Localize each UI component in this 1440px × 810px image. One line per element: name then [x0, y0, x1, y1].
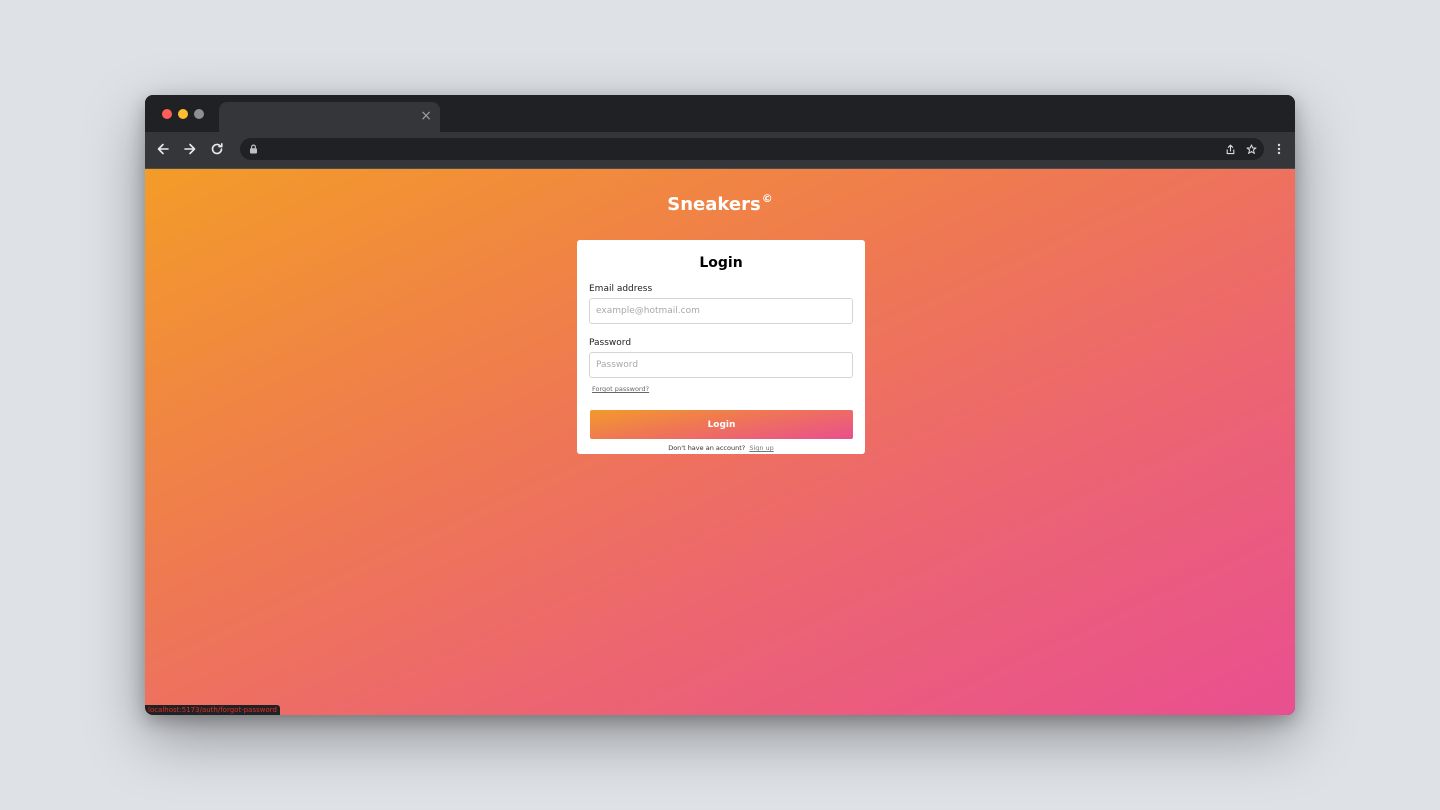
close-window-button[interactable]: [162, 109, 172, 119]
share-icon[interactable]: [1223, 142, 1237, 156]
signup-link[interactable]: Sign up: [749, 444, 774, 452]
arrow-right-icon: [184, 143, 196, 155]
back-button[interactable]: [152, 138, 174, 160]
browser-window: × Sneakers© Login Email address example@…: [145, 95, 1295, 715]
window-controls: [162, 109, 204, 119]
lock-icon[interactable]: [246, 142, 260, 156]
login-button[interactable]: Login: [590, 410, 853, 439]
email-label: Email address: [589, 284, 653, 294]
status-bar-url: localhost:5173/auth/forgot-password: [145, 705, 280, 715]
brand-logo[interactable]: Sneakers©: [145, 192, 1295, 215]
browser-tab[interactable]: ×: [219, 102, 440, 132]
forgot-password-link[interactable]: Forgot password?: [592, 385, 649, 393]
browser-titlebar: ×: [145, 95, 1295, 132]
login-card: Login Email address Password Forgot pass…: [577, 240, 865, 454]
page-viewport: Sneakers© Login Email address Password F…: [145, 169, 1295, 715]
maximize-window-button[interactable]: [194, 109, 204, 119]
password-input[interactable]: [589, 352, 853, 378]
signup-prompt-text: Don't have an account?: [668, 444, 746, 452]
signup-prompt: Don't have an account? Sign up: [589, 444, 853, 452]
reload-button[interactable]: [206, 138, 228, 160]
address-bar[interactable]: [240, 138, 1264, 160]
tab-close-icon[interactable]: ×: [420, 109, 432, 123]
login-title: Login: [699, 255, 743, 271]
browser-toolbar: [145, 132, 1295, 169]
kebab-menu-icon: [1277, 143, 1281, 155]
password-label: Password: [589, 338, 632, 348]
arrow-left-icon: [157, 143, 169, 155]
copyright-mark: ©: [761, 192, 773, 205]
star-icon[interactable]: [1244, 142, 1258, 156]
reload-icon: [211, 143, 223, 155]
brand-name: Sneakers: [667, 194, 761, 215]
forward-button[interactable]: [179, 138, 201, 160]
minimize-window-button[interactable]: [178, 109, 188, 119]
browser-menu-button[interactable]: [1271, 138, 1287, 160]
email-input[interactable]: [589, 298, 853, 324]
